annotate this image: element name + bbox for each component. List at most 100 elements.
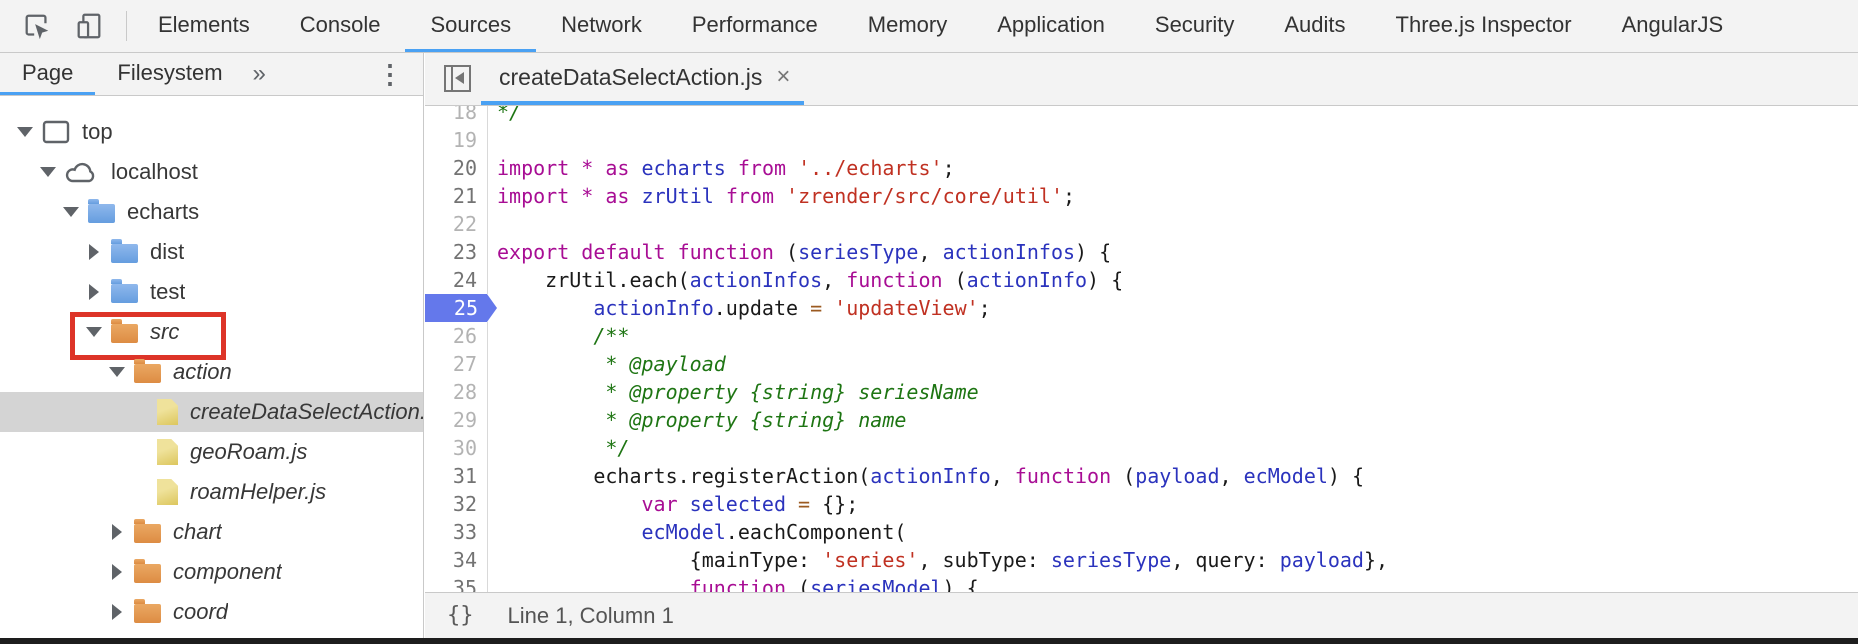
code-line-content: export default function (seriesType, act…	[488, 238, 1111, 266]
tab-angularjs[interactable]: AngularJS	[1597, 0, 1749, 52]
line-number[interactable]: 22	[425, 210, 488, 238]
code-line-content: import * as zrUtil from 'zrender/src/cor…	[488, 182, 1075, 210]
sidebar-tab-page[interactable]: Page	[0, 53, 95, 95]
line-number[interactable]: 24	[425, 266, 488, 294]
line-number[interactable]: 30	[425, 434, 488, 462]
tree-item-chart[interactable]: chart	[0, 512, 423, 552]
code-line-20: 20import * as echarts from '../echarts';	[425, 154, 1858, 182]
expanded-arrow-icon[interactable]	[37, 167, 59, 177]
cursor-position-label: Line 1, Column 1	[508, 603, 674, 629]
code-line-18: 18*/	[425, 106, 1858, 126]
line-number[interactable]: 21	[425, 182, 488, 210]
tab-three-js-inspector[interactable]: Three.js Inspector	[1371, 0, 1597, 52]
line-number[interactable]: 35	[425, 574, 488, 592]
line-number[interactable]: 23	[425, 238, 488, 266]
tree-item-label: coord	[173, 599, 228, 625]
tree-item-src[interactable]: src	[0, 312, 423, 352]
tab-audits[interactable]: Audits	[1259, 0, 1370, 52]
line-number[interactable]: 20	[425, 154, 488, 182]
tree-item-georoam-js[interactable]: geoRoam.js	[0, 432, 423, 472]
tab-application[interactable]: Application	[972, 0, 1130, 52]
toolbar-divider	[126, 11, 127, 41]
tree-item-roamhelper-js[interactable]: roamHelper.js	[0, 472, 423, 512]
tree-item-test[interactable]: test	[0, 272, 423, 312]
line-number[interactable]: 33	[425, 518, 488, 546]
code-line-32: 32 var selected = {};	[425, 490, 1858, 518]
cloud-icon	[65, 160, 99, 184]
line-number[interactable]: 26	[425, 322, 488, 350]
overflow-chevron-icon[interactable]: »	[245, 53, 274, 95]
code-line-content	[488, 126, 497, 154]
frame-icon	[42, 120, 70, 144]
collapse-sidebar-icon[interactable]	[444, 65, 471, 92]
code-line-content: actionInfo.update = 'updateView';	[488, 294, 991, 322]
editor-pane: createDataSelectAction.js × 18*/1920impo…	[425, 53, 1858, 638]
code-line-content: * @payload	[488, 350, 726, 378]
code-line-21: 21import * as zrUtil from 'zrender/src/c…	[425, 182, 1858, 210]
editor-statusbar: {} Line 1, Column 1	[425, 592, 1858, 638]
collapsed-arrow-icon[interactable]	[106, 604, 128, 620]
selected-line-number-marker[interactable]: 25	[425, 294, 497, 322]
tree-item-label: component	[173, 559, 282, 585]
tab-sources[interactable]: Sources	[405, 0, 536, 52]
tree-item-echarts[interactable]: echarts	[0, 192, 423, 232]
tab-elements[interactable]: Elements	[133, 0, 275, 52]
expanded-arrow-icon[interactable]	[83, 327, 105, 337]
file-icon	[157, 439, 178, 465]
tree-item-coord[interactable]: coord	[0, 592, 423, 632]
code-line-content: * @property {string} name	[488, 406, 906, 434]
more-options-icon[interactable]: ⋮	[357, 53, 423, 95]
inspect-element-icon[interactable]	[22, 11, 52, 41]
device-toolbar-icon[interactable]	[74, 11, 104, 41]
code-line-29: 29 * @property {string} name	[425, 406, 1858, 434]
tree-item-localhost[interactable]: localhost	[0, 152, 423, 192]
tab-memory[interactable]: Memory	[843, 0, 972, 52]
tree-item-top[interactable]: top	[0, 112, 423, 152]
line-number[interactable]: 19	[425, 126, 488, 154]
collapsed-arrow-icon[interactable]	[106, 564, 128, 580]
collapsed-arrow-icon[interactable]	[83, 244, 105, 260]
code-line-content: echarts.registerAction(actionInfo, funct…	[488, 462, 1364, 490]
pretty-print-button[interactable]: {}	[447, 603, 474, 628]
tree-item-label: roamHelper.js	[190, 479, 326, 505]
tree-item-label: top	[82, 119, 113, 145]
sidebar-tab-filesystem[interactable]: Filesystem	[95, 53, 244, 95]
collapsed-arrow-icon[interactable]	[83, 284, 105, 300]
line-number[interactable]: 31	[425, 462, 488, 490]
line-number[interactable]: 29	[425, 406, 488, 434]
tree-item-component[interactable]: component	[0, 552, 423, 592]
folder-icon	[111, 244, 138, 263]
tab-security[interactable]: Security	[1130, 0, 1259, 52]
expanded-arrow-icon[interactable]	[106, 367, 128, 377]
code-line-27: 27 * @payload	[425, 350, 1858, 378]
tree-item-dist[interactable]: dist	[0, 232, 423, 272]
code-line-22: 22	[425, 210, 1858, 238]
collapsed-arrow-icon[interactable]	[106, 524, 128, 540]
line-number[interactable]: 34	[425, 546, 488, 574]
tab-console[interactable]: Console	[275, 0, 406, 52]
tree-item-createdataselectaction-js[interactable]: createDataSelectAction.js	[0, 392, 423, 432]
line-number[interactable]: 32	[425, 490, 488, 518]
tree-item-label: geoRoam.js	[190, 439, 307, 465]
expanded-arrow-icon[interactable]	[14, 127, 36, 137]
tree-item-label: dist	[150, 239, 184, 265]
code-line-content: function (seriesModel) {	[488, 574, 979, 592]
expanded-arrow-icon[interactable]	[60, 207, 82, 217]
folder-icon	[134, 364, 161, 383]
line-number[interactable]: 27	[425, 350, 488, 378]
folder-icon	[134, 604, 161, 623]
code-line-26: 26 /**	[425, 322, 1858, 350]
line-number[interactable]: 28	[425, 378, 488, 406]
code-editor[interactable]: 18*/1920import * as echarts from '../ech…	[425, 106, 1858, 592]
line-number[interactable]: 18	[425, 106, 488, 126]
close-tab-icon[interactable]: ×	[776, 63, 790, 91]
tab-performance[interactable]: Performance	[667, 0, 843, 52]
file-tab[interactable]: createDataSelectAction.js ×	[481, 53, 804, 105]
tree-item-action[interactable]: action	[0, 352, 423, 392]
code-line-23: 23export default function (seriesType, a…	[425, 238, 1858, 266]
devtools-window: ElementsConsoleSourcesNetworkPerformance…	[0, 0, 1858, 644]
code-line-28: 28 * @property {string} seriesName	[425, 378, 1858, 406]
panel-tabs: ElementsConsoleSourcesNetworkPerformance…	[133, 0, 1748, 52]
tab-network[interactable]: Network	[536, 0, 667, 52]
editor-tabbar: createDataSelectAction.js ×	[425, 53, 1858, 106]
